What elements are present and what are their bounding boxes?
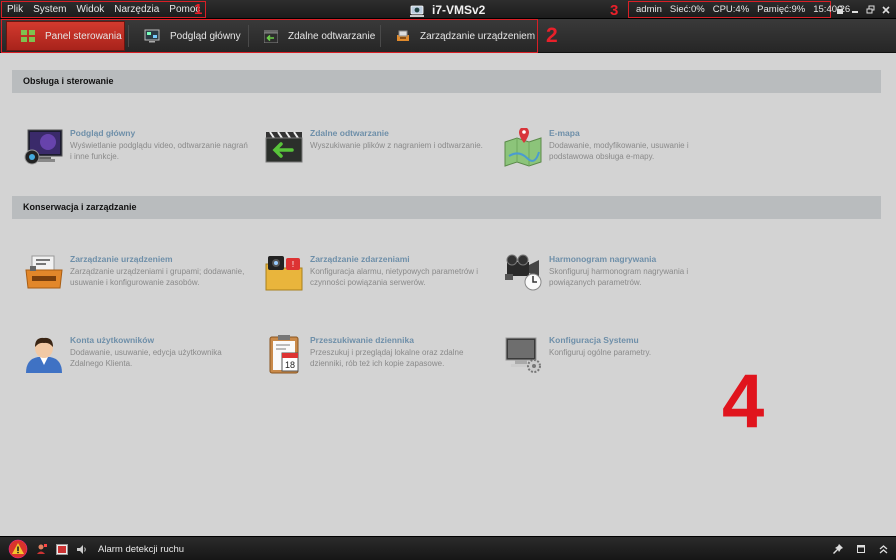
tab-panel-sterowania[interactable]: Panel sterowania	[6, 21, 125, 51]
video-alarm-icon[interactable]	[56, 543, 68, 555]
item-title: Zarządzanie urządzeniem	[70, 254, 173, 264]
annotation-1: 1	[194, 1, 203, 18]
record-schedule-icon	[505, 254, 542, 291]
tab-divider	[128, 25, 129, 47]
item-zdalne-odtwarzanie[interactable]: Zdalne odtwarzanie Wyszukiwanie plików z…	[264, 128, 494, 176]
item-desc: Wyszukiwanie plików z nagraniem i odtwar…	[310, 141, 483, 150]
item-desc: Dodawanie, modyfikowanie, usuwanie i pod…	[549, 141, 689, 161]
item-title: E-mapa	[549, 128, 580, 138]
grid-icon	[21, 30, 35, 42]
item-desc: Dodawanie, usuwanie, edycja użytkownika …	[70, 348, 222, 368]
app-title-text: i7-VMSv2	[432, 2, 486, 17]
app-title: i7-VMSv2	[408, 0, 485, 19]
minimize-icon[interactable]	[851, 6, 859, 14]
tab-divider	[248, 25, 249, 47]
user-accounts-icon	[26, 337, 62, 373]
tab-label: Panel sterowania	[45, 30, 122, 42]
tab-podglad-glowny[interactable]: Podgląd główny	[130, 21, 246, 51]
bottom-bar: Alarm detekcji ruchu	[0, 536, 896, 560]
item-desc: Konfiguracja alarmu, nietypowych paramet…	[310, 267, 479, 287]
item-desc: Wyświetlanie podglądu video, odtwarzanie…	[70, 141, 248, 161]
live-view-icon	[24, 129, 63, 165]
alarm-area: Alarm detekcji ruchu	[8, 537, 184, 560]
alarm-status-text: Alarm detekcji ruchu	[98, 543, 185, 555]
section-header-konserwacja: Konserwacja i zarządzanie	[12, 196, 881, 219]
system-config-icon	[505, 337, 541, 373]
item-title: Podgląd główny	[70, 128, 136, 138]
item-title: Konta użytkowników	[70, 335, 155, 345]
status-panel: admin Sieć:0% CPU:4% Pamięć:9% 15:40:26	[628, 1, 850, 18]
annotation-box-1	[1, 1, 206, 18]
status-cpu: CPU:4%	[712, 4, 750, 15]
close-icon[interactable]	[882, 5, 890, 14]
item-konfiguracja-systemu[interactable]: Konfiguracja Systemu Konfiguruj ogólne p…	[503, 335, 733, 383]
section-header-obsluga: Obsługa i sterowanie	[12, 70, 881, 93]
item-desc: Przeszukuj i przeglądaj lokalne oraz zda…	[310, 348, 464, 368]
status-mem: Pamięć:9%	[757, 4, 806, 15]
annotation-4: 4	[722, 359, 765, 444]
item-title: Zarządzanie zdarzeniami	[310, 254, 410, 264]
tab-bar: Panel sterowania Podgląd główny Zdalne o…	[0, 19, 896, 53]
pin-icon[interactable]	[833, 544, 843, 554]
item-zarzadzanie-zdarzeniami[interactable]: ! Zarządzanie zdarzeniami Konfiguracja a…	[264, 254, 494, 302]
item-desc: Konfiguruj ogólne parametry.	[549, 348, 652, 357]
tab-divider	[380, 25, 381, 47]
item-desc: Zarządzanie urządzeniami i grupami; doda…	[70, 267, 245, 287]
tab-label: Podgląd główny	[170, 30, 241, 42]
item-title: Konfiguracja Systemu	[549, 335, 639, 345]
log-search-icon: 18	[269, 335, 299, 374]
emap-icon	[504, 128, 542, 167]
collapse-icon[interactable]	[879, 544, 888, 554]
item-title: Zdalne odtwarzanie	[310, 128, 389, 138]
item-konta-uzytkownikow[interactable]: Konta użytkowników Dodawanie, usuwanie, …	[24, 335, 254, 383]
item-podglad-glowny[interactable]: Podgląd główny Wyświetlanie podglądu vid…	[24, 128, 254, 176]
device-management-icon	[25, 255, 63, 289]
window-controls	[836, 0, 890, 19]
app-logo-icon	[410, 5, 424, 17]
item-title: Przeszukiwanie dziennika	[310, 335, 414, 345]
alarm-icon[interactable]	[8, 539, 28, 559]
annotation-2: 2	[546, 24, 558, 47]
lock-icon[interactable]	[836, 5, 844, 15]
bottom-controls	[833, 537, 888, 560]
svg-text:!: !	[292, 260, 294, 269]
control-panel: Obsługa i sterowanie Podgląd główny Wyśw…	[0, 54, 896, 536]
remote-playback-icon	[265, 131, 303, 163]
annotation-3: 3	[610, 2, 619, 19]
title-bar: Plik System Widok Narzędzia Pomoc 1 i7-V…	[0, 0, 896, 19]
alarm-person-icon[interactable]	[36, 543, 48, 555]
item-zarzadzanie-urzadzeniem[interactable]: Zarządzanie urządzeniem Zarządzanie urzą…	[24, 254, 254, 302]
item-harmonogram-nagrywania[interactable]: Harmonogram nagrywania Skonfiguruj harmo…	[503, 254, 733, 302]
event-management-icon: !	[265, 256, 303, 291]
window-icon[interactable]	[857, 545, 865, 553]
tab-label: Zarządzanie urządzeniem	[420, 30, 536, 42]
item-title: Harmonogram nagrywania	[549, 254, 657, 264]
item-e-mapa[interactable]: E-mapa Dodawanie, modyfikowanie, usuwani…	[503, 128, 733, 176]
speaker-icon[interactable]	[76, 544, 88, 555]
monitor-icon	[144, 29, 160, 43]
item-przeszukiwanie-dziennika[interactable]: 18 Przeszukiwanie dziennika Przeszukuj i…	[264, 335, 494, 383]
status-user: admin	[636, 4, 662, 15]
playback-icon	[264, 29, 278, 43]
tab-zdalne-odtwarzanie[interactable]: Zdalne odtwarzanie	[250, 21, 378, 51]
tab-label: Zdalne odtwarzanie	[288, 30, 376, 42]
status-net: Sieć:0%	[669, 4, 705, 15]
restore-icon[interactable]	[866, 5, 875, 14]
item-desc: Skonfiguruj harmonogram nagrywania i pow…	[549, 267, 689, 287]
tab-zarzadzanie-urzadzeniem[interactable]: Zarządzanie urządzeniem	[382, 21, 536, 51]
svg-text:18: 18	[285, 360, 295, 370]
device-icon	[397, 30, 409, 41]
